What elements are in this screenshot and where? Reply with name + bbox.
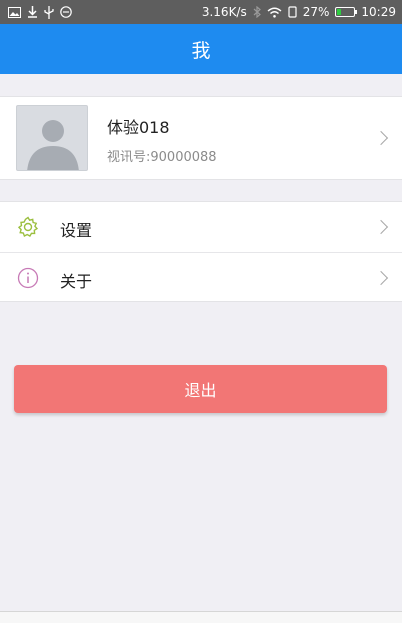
chevron-right-icon [373,270,389,286]
chevron-right-icon [373,130,389,146]
menu-item-label: 关于 [60,272,93,291]
page-title: 我 [191,39,211,62]
logout-button[interactable]: 退出 [14,365,387,413]
wifi-icon [267,7,282,18]
profile-video-id: 视讯号:90000088 [107,150,217,165]
battery-percent: 27% [302,5,330,19]
bottom-tab-bar [0,611,402,623]
usb-icon [44,5,54,19]
gear-icon [16,215,40,239]
bluetooth-icon [253,6,261,18]
status-bar-left [8,5,72,19]
menu-item-settings[interactable]: 设置 [0,202,402,253]
battery-icon [335,7,358,17]
profile-name: 体验018 [107,118,170,137]
status-bar: 3.16K/s 27% 10:29 [0,0,402,24]
download-icon [27,6,38,18]
net-speed: 3.16K/s [201,5,247,19]
info-icon [16,266,40,290]
image-icon [8,6,21,18]
profile-card[interactable]: 体验018 视讯号:90000088 [0,96,402,180]
status-bar-right: 3.16K/s 27% 10:29 [202,5,396,19]
menu-item-label: 设置 [60,221,93,240]
menu-item-about[interactable]: 关于 [0,253,402,303]
avatar [16,105,88,171]
person-icon [27,120,79,170]
messenger-icon [60,6,72,18]
clock: 10:29 [361,5,396,19]
header-bar: 我 [0,24,402,74]
menu-list: 设置 关于 [0,201,402,302]
chevron-right-icon [373,219,389,235]
battery-level [337,9,342,15]
vibrate-icon [288,6,297,18]
